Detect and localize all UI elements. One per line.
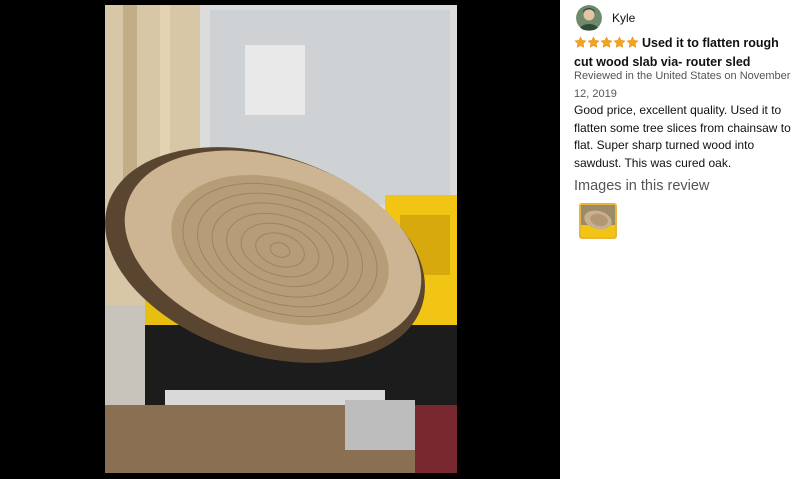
star-rating[interactable] — [574, 36, 639, 49]
review-author: Kyle — [576, 5, 635, 31]
images-heading: Images in this review — [574, 178, 710, 194]
star-icon — [626, 36, 639, 48]
star-icon — [574, 36, 587, 48]
image-viewer — [0, 0, 560, 479]
review-date: Reviewed in the United States on Novembe… — [574, 70, 791, 100]
review-photo — [105, 5, 457, 473]
star-icon — [600, 36, 613, 48]
avatar-icon — [576, 5, 602, 31]
review-body: Good price, excellent quality. Used it t… — [574, 103, 791, 170]
star-icon — [587, 36, 600, 48]
star-icon — [613, 36, 626, 48]
review-image-thumbnail[interactable] — [579, 203, 617, 239]
review-panel: Kyle Used it to flatten rough cut wood s… — [574, 0, 800, 479]
author-name[interactable]: Kyle — [612, 11, 635, 25]
